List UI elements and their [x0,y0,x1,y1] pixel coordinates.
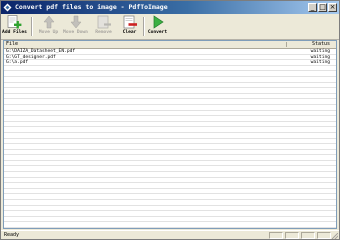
add-files-button[interactable]: Add Files [2,15,27,38]
status-text: Ready [4,232,20,238]
column-header-status[interactable]: Status [312,41,330,48]
remove-label: Remove [95,30,112,35]
add-files-label: Add Files [2,30,27,35]
clear-icon [123,15,137,29]
arrow-down-icon [69,15,82,29]
convert-button[interactable]: Convert [146,15,169,38]
toolbar: Add Files Move Up Move Down Remove Clear… [1,14,339,40]
file-path-cell: G:\a.pdf [6,60,29,66]
close-button[interactable]: × [328,3,337,12]
status-panel [317,232,331,239]
move-down-button[interactable]: Move Down [63,15,88,38]
status-bar: Ready [1,230,339,239]
move-up-button[interactable]: Move Up [37,15,60,38]
arrow-up-icon [42,15,55,29]
column-divider[interactable] [286,42,287,47]
table-row[interactable] [4,222,336,228]
toolbar-separator [31,17,33,36]
list-header: File Status [4,41,336,49]
column-header-file[interactable]: File [6,41,18,48]
title-bar[interactable]: Convert pdf files to image - PdfToImage … [1,1,339,14]
file-list[interactable]: File Status G:\DAIZA_Datasheet_EN.pdfwai… [3,40,337,229]
window-title: Convert pdf files to image - PdfToImage [15,3,168,11]
play-icon [153,15,164,29]
minimize-button[interactable]: _ [308,3,317,12]
maximize-button[interactable]: □ [318,3,327,12]
list-rows: G:\DAIZA_Datasheet_EN.pdf waiting G:\GT_de… [4,49,336,228]
convert-label: Convert [147,30,168,35]
status-panel [301,232,315,239]
move-up-label: Move Up [38,30,59,35]
remove-icon [97,15,111,29]
status-panel [285,232,299,239]
move-down-label: Move Down [63,30,88,35]
status-cell: waiting [310,49,330,54]
resize-grip[interactable] [332,233,338,239]
status-cell: waiting [310,60,330,66]
file-path-cell: G:\GT_designer.pdf [6,54,56,60]
status-panel [269,232,283,239]
status-cell: waiting [310,54,330,60]
clear-label: Clear [122,30,137,35]
add-files-icon [7,15,21,29]
app-window: Convert pdf files to image - PdfToImage … [0,0,340,240]
app-icon [3,3,12,12]
file-path-cell: G:\DAIZA_Datasheet_EN.pdf [6,49,76,54]
remove-button[interactable]: Remove [92,15,115,38]
clear-button[interactable]: Clear [118,15,141,38]
